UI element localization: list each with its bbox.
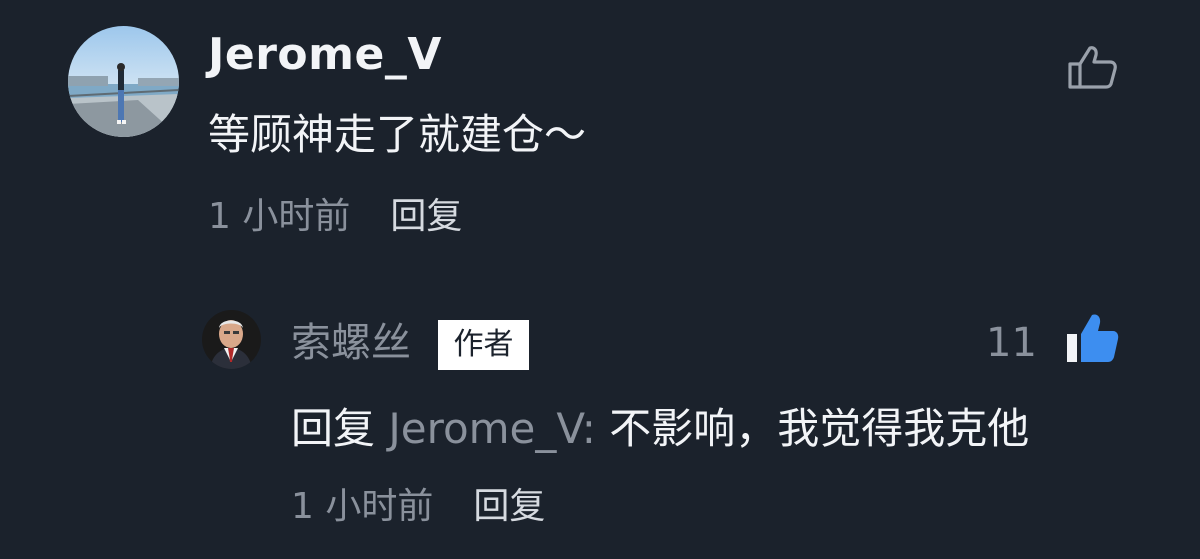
thumbs-up-filled-icon [1067, 314, 1119, 362]
avatar-photo [68, 26, 179, 137]
reply-button[interactable]: 回复 [390, 196, 462, 237]
avatar[interactable] [68, 26, 179, 137]
like-count: 11 [986, 320, 1037, 366]
avatar-photo [202, 310, 261, 369]
like-button[interactable] [1066, 44, 1118, 90]
comment-meta: 1 小时前 回复 [208, 194, 462, 240]
thumbs-up-outline-icon [1068, 46, 1117, 89]
like-button-active[interactable] [1064, 312, 1120, 364]
reply-prefix: 回复 [291, 404, 376, 453]
author-badge: 作者 [438, 320, 529, 370]
reply-timestamp: 1 小时前 [291, 486, 434, 527]
reply-text: 不影响，我觉得我克他 [609, 404, 1030, 453]
reply-meta: 1 小时前 回复 [291, 484, 545, 530]
reply-avatar[interactable] [202, 310, 261, 369]
comment-timestamp: 1 小时前 [208, 196, 351, 237]
reply-button[interactable]: 回复 [473, 486, 545, 527]
comment-text: 等顾神走了就建仓～ [208, 110, 587, 159]
reply-mention[interactable]: Jerome_V: [375, 404, 609, 453]
comment-author-name[interactable]: Jerome_V [208, 28, 442, 82]
reply-author-name[interactable]: 索螺丝 [291, 318, 411, 368]
reply-content: 回复 Jerome_V: 不影响，我觉得我克他 [291, 402, 1029, 456]
comment-thread: Jerome_V 等顾神走了就建仓～ 1 小时前 回复 索螺丝 作者 11 回复… [0, 0, 1200, 559]
